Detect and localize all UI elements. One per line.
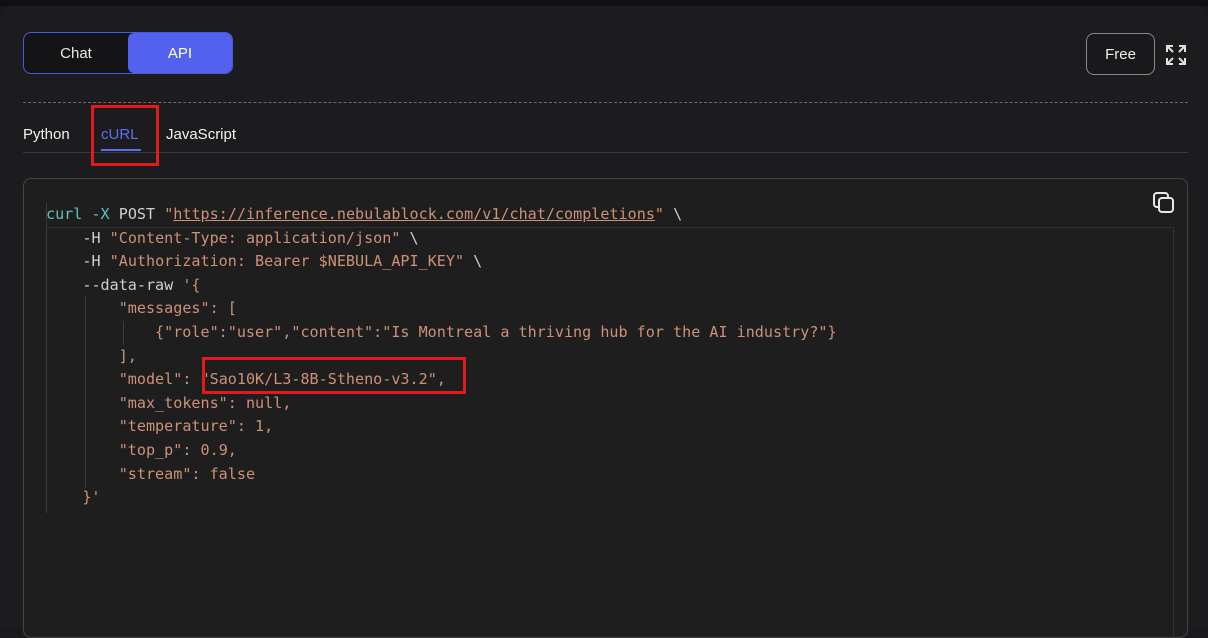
code-model-key: "model"	[118, 370, 183, 389]
code-scrollbar-track	[1173, 227, 1174, 637]
tab-javascript[interactable]: JavaScript	[166, 116, 236, 152]
code-block: curl -X POST "https://inference.nebulabl…	[23, 178, 1188, 638]
code-url[interactable]: https://inference.nebulablock.com/v1/cha…	[173, 205, 655, 223]
tab-python[interactable]: Python	[23, 116, 70, 152]
chat-mode-button[interactable]: Chat	[24, 33, 128, 73]
code-method: POST	[118, 205, 156, 223]
code-top-p-value: 0.9	[200, 440, 228, 459]
code-data-open: '{	[182, 275, 201, 294]
plan-free-button[interactable]: Free	[1086, 33, 1155, 75]
code-cmd: curl	[46, 205, 83, 223]
code-header2-flag: -H	[82, 252, 101, 271]
code-max-tokens-key: "max_tokens"	[118, 393, 228, 412]
expand-icon[interactable]	[1165, 44, 1187, 66]
section-divider	[23, 102, 1188, 103]
quote: "	[164, 205, 174, 223]
language-tabs: Python cURL JavaScript	[23, 116, 1188, 153]
code-top-p-key: "top_p"	[118, 440, 183, 459]
code-message-line: {"role":"user","content":"Is Montreal a …	[155, 322, 837, 341]
copy-icon[interactable]	[1152, 191, 1176, 215]
code-temperature-value: 1	[255, 417, 265, 436]
code-temperature-key: "temperature"	[118, 417, 237, 436]
code-flag-x: -X	[91, 205, 110, 223]
mode-toggle: Chat API	[23, 32, 233, 74]
code-max-tokens-value: null	[245, 393, 283, 412]
api-panel: Chat API Free Python cURL JavaScript cur…	[0, 6, 1208, 638]
code-data-flag: --data-raw	[82, 275, 174, 294]
model-highlight-box	[202, 357, 466, 394]
code-header1: "Content-Type: application/json"	[109, 228, 401, 247]
api-mode-button[interactable]: API	[128, 33, 232, 73]
code-header1-flag: -H	[82, 228, 101, 247]
quote: "	[654, 205, 664, 223]
code-stream-value: false	[209, 464, 256, 483]
code-stream-key: "stream"	[118, 464, 192, 483]
code-header2: "Authorization: Bearer $NEBULA_API_KEY"	[109, 252, 465, 271]
curl-tab-highlight-box	[91, 105, 159, 166]
code-messages-key: "messages"	[118, 299, 210, 318]
